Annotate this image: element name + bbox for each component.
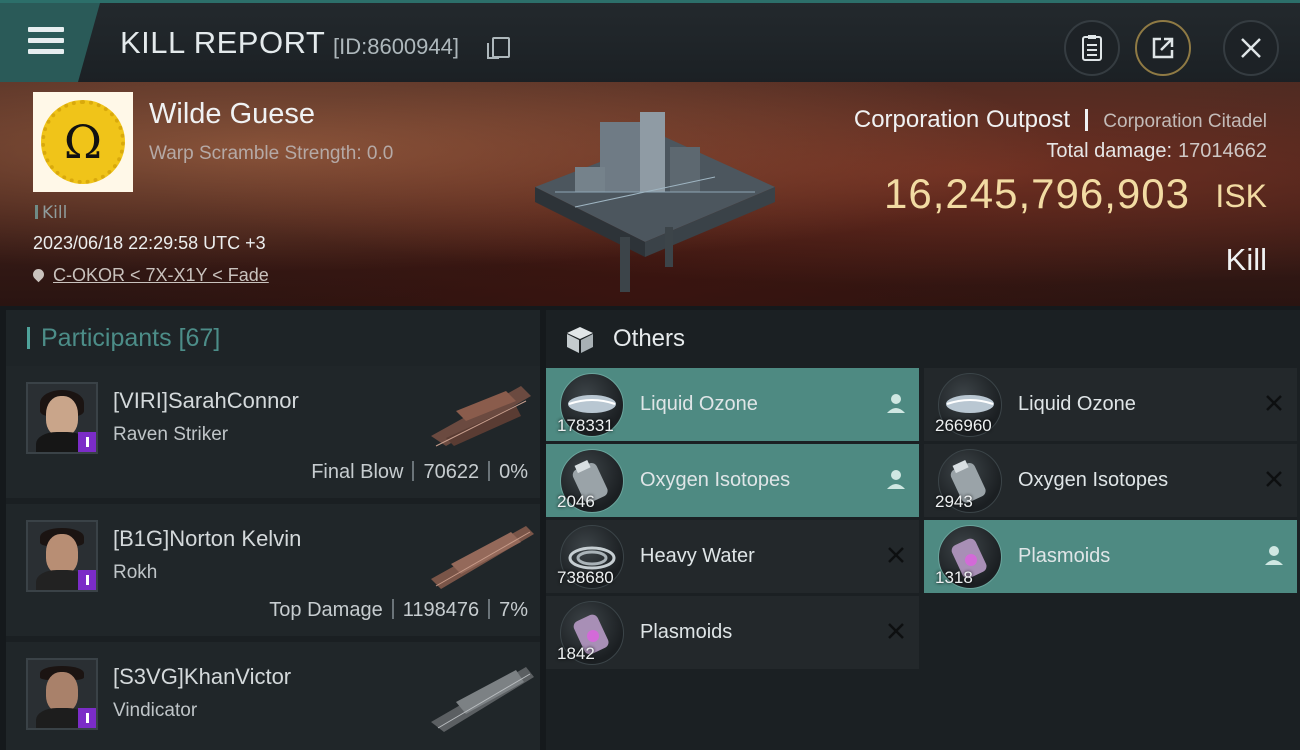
kill-location[interactable]: C-OKOR < 7X-X1Y < Fade xyxy=(30,265,269,286)
total-damage: Total damage: 17014662 xyxy=(1046,140,1267,162)
item-name: Liquid Ozone xyxy=(1018,393,1136,415)
item-name: Heavy Water xyxy=(640,545,755,567)
item-name: Plasmoids xyxy=(640,621,733,643)
item-quantity: 1318 xyxy=(935,568,973,587)
clipboard-icon xyxy=(1082,35,1102,61)
pilot-name: [B1G]Norton Kelvin xyxy=(113,526,302,551)
item-name: Oxygen Isotopes xyxy=(1018,469,1169,491)
person-icon xyxy=(1265,546,1283,565)
pilot-name: [S3VG]KhanVictor xyxy=(113,664,292,689)
ship-image xyxy=(431,386,531,447)
cargo-item[interactable]: 2943 Oxygen Isotopes xyxy=(924,444,1297,517)
info-badge-icon xyxy=(78,432,96,452)
cargo-item[interactable]: 2046 Oxygen Isotopes xyxy=(546,444,919,517)
item-quantity: 266960 xyxy=(935,416,992,435)
share-icon xyxy=(1152,37,1174,59)
pilot-portrait[interactable] xyxy=(26,382,98,454)
participant-stats: Final Blow 70622 0% xyxy=(311,461,528,483)
item-quantity: 178331 xyxy=(557,416,614,435)
cargo-item[interactable]: 1318 Plasmoids xyxy=(924,520,1297,593)
copy-icon[interactable] xyxy=(487,37,510,59)
person-icon xyxy=(887,470,905,489)
pilot-portrait[interactable] xyxy=(26,658,98,730)
pilot-portrait[interactable] xyxy=(26,520,98,592)
info-badge-icon xyxy=(78,708,96,728)
participants-header[interactable]: Participants [67] xyxy=(6,310,540,366)
kill-result: Kill xyxy=(1225,242,1267,277)
corporation-logo[interactable]: Ω xyxy=(33,92,133,192)
close-button[interactable] xyxy=(1223,20,1279,76)
close-icon xyxy=(1241,38,1261,58)
location-link[interactable]: C-OKOR < 7X-X1Y < Fade xyxy=(53,265,269,285)
person-icon xyxy=(887,394,905,413)
others-title: Others xyxy=(613,325,686,352)
item-quantity: 738680 xyxy=(557,568,614,587)
warp-scramble-strength: Warp Scramble Strength: 0.0 xyxy=(149,143,394,164)
cargo-box-icon xyxy=(567,327,593,353)
x-icon xyxy=(1266,471,1282,487)
location-pin-icon xyxy=(30,266,47,283)
cargo-item[interactable]: 178331 Liquid Ozone xyxy=(546,368,919,441)
ship-image xyxy=(431,526,534,589)
report-id: [ID:8600944] xyxy=(333,34,459,59)
info-badge-icon xyxy=(78,570,96,590)
kill-datetime: 2023/06/18 22:29:58 UTC +3 xyxy=(33,233,266,253)
item-quantity: 1842 xyxy=(557,644,595,663)
participant-row[interactable]: [S3VG]KhanVictor Vindicator xyxy=(6,642,540,750)
ship-name: Vindicator xyxy=(113,700,198,721)
menu-button[interactable] xyxy=(0,3,100,82)
item-name: Oxygen Isotopes xyxy=(640,469,791,491)
target-type: Corporation Outpost xyxy=(853,106,1070,133)
item-name: Plasmoids xyxy=(1018,545,1111,567)
others-panel: Others 178331 Liquid Ozone 266960 Liquid… xyxy=(546,310,1300,750)
x-icon xyxy=(1266,395,1282,411)
target-group: Corporation Citadel xyxy=(1103,111,1267,132)
cargo-item[interactable]: 738680 Heavy Water xyxy=(546,520,919,593)
omega-icon: Ω xyxy=(63,115,103,169)
kill-tag: Kill xyxy=(35,203,67,223)
ship-name: Rokh xyxy=(113,562,158,583)
item-quantity: 2943 xyxy=(935,492,973,511)
kill-summary-banner: Ω Wilde Guese Warp Scramble Strength: 0.… xyxy=(0,82,1300,306)
share-button[interactable] xyxy=(1135,20,1191,76)
cargo-item[interactable]: 1842 Plasmoids xyxy=(546,596,919,669)
participant-stats: Top Damage 1198476 7% xyxy=(269,599,528,621)
isk-unit: ISK xyxy=(1215,178,1267,214)
others-header: Others xyxy=(546,310,1300,368)
clipboard-button[interactable] xyxy=(1064,20,1120,76)
item-quantity: 2046 xyxy=(557,492,595,511)
x-icon xyxy=(888,547,904,563)
participant-row[interactable]: [VIRI]SarahConnor Raven Striker Final Bl… xyxy=(6,366,540,498)
item-name: Liquid Ozone xyxy=(640,393,758,415)
victim-name[interactable]: Wilde Guese xyxy=(149,98,315,131)
participants-panel: Participants [67] [VIRI]SarahConnor Rave… xyxy=(6,310,540,750)
cargo-item[interactable]: 266960 Liquid Ozone xyxy=(924,368,1297,441)
isk-value: 16,245,796,903 xyxy=(884,170,1190,217)
participants-title: Participants [67] xyxy=(41,324,221,352)
page-title: KILL REPORT xyxy=(120,25,326,60)
title-bar: KILL REPORT [ID:8600944] xyxy=(0,0,1300,85)
pilot-name: [VIRI]SarahConnor xyxy=(113,388,299,413)
ship-name: Raven Striker xyxy=(113,424,229,445)
participant-row[interactable]: [B1G]Norton Kelvin Rokh Top Damage 119847… xyxy=(6,504,540,636)
ship-image xyxy=(431,667,534,732)
x-icon xyxy=(888,623,904,639)
structure-image xyxy=(535,112,775,292)
